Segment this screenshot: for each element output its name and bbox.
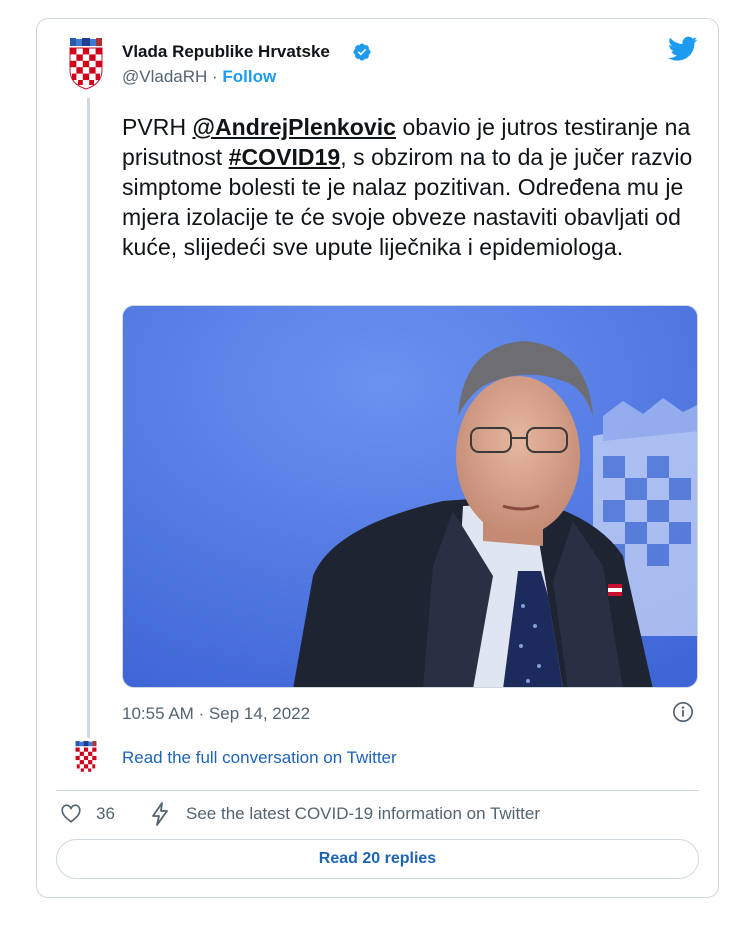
read-replies-button[interactable]: Read 20 replies <box>56 839 699 879</box>
mention-link[interactable]: @AndrejPlenkovic <box>193 114 396 140</box>
thread-line <box>87 98 90 738</box>
author-handle[interactable]: @VladaRH <box>122 67 207 86</box>
croatian-coat-of-arms-small-icon[interactable] <box>74 741 98 775</box>
author-handle-line: @VladaRH · Follow <box>122 67 276 87</box>
tweet-photo[interactable] <box>122 305 698 688</box>
handle-separator: · <box>207 67 223 86</box>
tweet-text: PVRH @AndrejPlenkovic obavio je jutros t… <box>122 112 702 262</box>
actions-divider <box>56 790 699 791</box>
heart-icon[interactable] <box>60 803 82 825</box>
hashtag-link[interactable]: #COVID19 <box>229 144 341 170</box>
covid-info-link[interactable]: See the latest COVID-19 information on T… <box>186 804 540 824</box>
croatian-coat-of-arms-icon[interactable] <box>68 38 104 90</box>
read-full-conversation-link[interactable]: Read the full conversation on Twitter <box>122 748 397 768</box>
photo-of-speaker-icon <box>123 306 697 687</box>
tweet-timestamp[interactable]: 10:55 AM · Sep 14, 2022 <box>122 704 310 724</box>
info-icon[interactable] <box>672 701 694 723</box>
like-count[interactable]: 36 <box>96 804 115 824</box>
verified-badge-icon <box>353 43 371 61</box>
lightning-bolt-icon <box>152 802 168 826</box>
author-name[interactable]: Vlada Republike Hrvatske <box>122 42 330 62</box>
twitter-bird-icon[interactable] <box>668 36 698 62</box>
follow-button[interactable]: Follow <box>222 67 276 86</box>
tweet-prefix: PVRH <box>122 114 193 140</box>
